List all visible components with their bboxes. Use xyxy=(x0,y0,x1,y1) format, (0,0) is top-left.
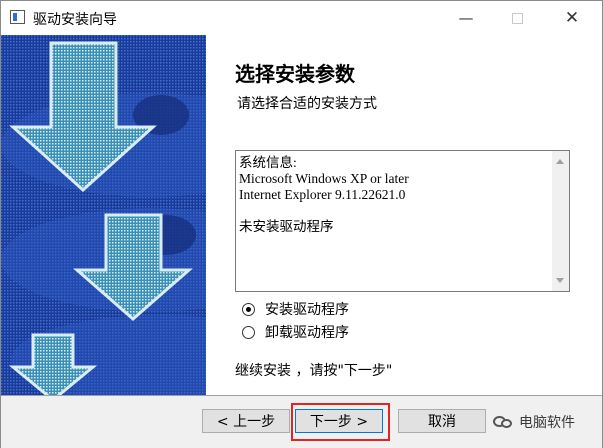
install-driver-radio[interactable] xyxy=(242,302,255,316)
uninstall-driver-option[interactable]: 卸载驱动程序 xyxy=(242,322,349,342)
watermark: 电脑软件 xyxy=(493,412,575,432)
page-subtitle: 请选择合适的安装方式 xyxy=(237,96,377,112)
minimize-icon: — xyxy=(458,9,474,27)
next-button-highlight xyxy=(291,403,390,441)
page-title: 选择安装参数 xyxy=(235,62,355,86)
info-line: 系统信息: xyxy=(239,155,297,170)
banner-graphic xyxy=(1,35,206,395)
maximize-icon xyxy=(511,12,523,24)
watermark-text: 电脑软件 xyxy=(519,415,575,431)
app-icon xyxy=(10,10,25,24)
uninstall-driver-label: 卸载驱动程序 xyxy=(265,325,349,341)
vertical-scrollbar[interactable] xyxy=(552,151,569,291)
wizard-content: 选择安装参数 请选择合适的安装方式 系统信息: Microsoft Window… xyxy=(206,35,602,395)
scroll-up-arrow-icon[interactable] xyxy=(556,159,564,164)
installer-window: 驱动安装向导 — ✕ 选择安装参数 请选择合适的安装方式 系统信息: Micro… xyxy=(0,0,603,448)
info-line: Microsoft Windows XP or later xyxy=(239,171,409,186)
info-line xyxy=(239,203,544,219)
maximize-button xyxy=(494,1,540,35)
close-icon: ✕ xyxy=(564,8,580,28)
window-title: 驱动安装向导 xyxy=(33,12,117,28)
scroll-down-arrow-icon[interactable] xyxy=(556,278,564,283)
wizard-banner-image xyxy=(1,35,206,395)
install-driver-option[interactable]: 安装驱动程序 xyxy=(242,299,349,319)
back-button[interactable]: < 上一步 xyxy=(202,409,290,433)
info-line: Internet Explorer 9.11.22621.0 xyxy=(239,187,406,202)
uninstall-driver-radio[interactable] xyxy=(242,325,255,339)
install-driver-label: 安装驱动程序 xyxy=(265,302,349,318)
close-button[interactable]: ✕ xyxy=(549,1,595,35)
minimize-button[interactable]: — xyxy=(443,1,489,35)
cancel-button[interactable]: 取消 xyxy=(398,409,486,433)
wechat-icon xyxy=(493,414,513,430)
info-line: 未安装驱动程序 xyxy=(239,219,334,234)
system-info-textbox[interactable]: 系统信息: Microsoft Windows XP or later Inte… xyxy=(235,150,570,292)
title-bar: 驱动安装向导 — ✕ xyxy=(1,1,602,35)
continue-hint: 继续安装 ，请按"下一步" xyxy=(235,363,393,379)
system-info-text: 系统信息: Microsoft Windows XP or later Inte… xyxy=(239,155,544,235)
